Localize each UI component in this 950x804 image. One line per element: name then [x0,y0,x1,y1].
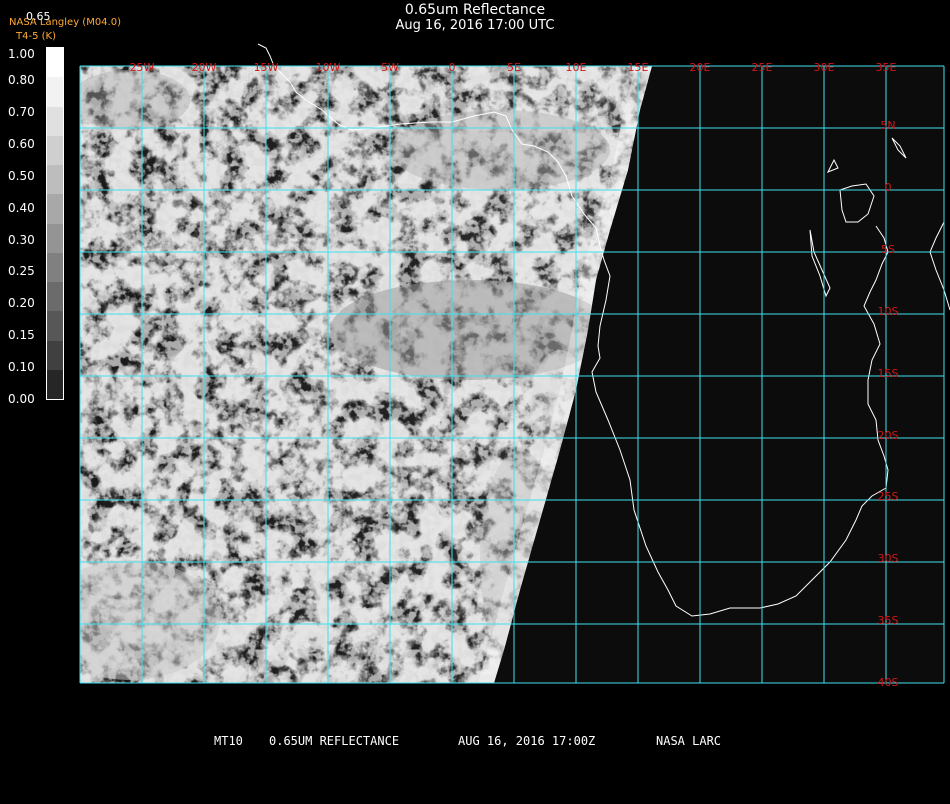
longitude-label: 10W [316,61,341,74]
colorbar-swatch [47,106,63,136]
longitude-label: 25W [130,61,155,74]
colorbar-swatch [47,223,63,253]
longitude-label: 5W [381,61,399,74]
longitude-label: 20W [192,61,217,74]
latitude-label: 15S [878,367,899,380]
longitude-label: 25E [752,61,773,74]
latitude-label: 35S [878,614,899,627]
colorbar-tick-label: 1.00 [8,47,35,61]
credit-sublabel: T4-5 (K) [16,31,56,42]
footer-field: 0.65UM REFLECTANCE [269,734,400,748]
latitude-label: 20S [878,429,899,442]
longitude-label: 15W [254,61,279,74]
longitude-label: 5E [507,61,521,74]
longitude-label: 20E [690,61,711,74]
colorbar-tick-label: 0.80 [8,73,35,87]
colorbar-swatch [47,77,63,107]
colorbar-tick-label: 0.20 [8,296,35,310]
colorbar-tick-label: 0.00 [8,392,35,406]
latitude-label: 0 [885,181,892,194]
footer-datetime: AUG 16, 2016 17:00Z [458,734,596,748]
colorbar [46,47,64,400]
longitude-label: 30E [814,61,835,74]
colorbar-tick-label: 0.15 [8,328,35,342]
colorbar-title: 0.65 [26,10,51,23]
colorbar-swatch [47,252,63,282]
longitude-label: 15E [628,61,649,74]
longitude-label: 10E [566,61,587,74]
colorbar-swatch [47,165,63,195]
colorbar-swatch [47,311,63,341]
footer-bar: MT10 0.65UM REFLECTANCE AUG 16, 2016 17:… [0,734,950,804]
footer-product: MT10 [214,734,243,748]
satellite-map: 25W 20W 15W 10W 5W 0 5E 10E 15E 20E 25E 30E 35E 5N 0 5… [79,43,950,689]
colorbar-tick-label: 0.40 [8,201,35,215]
colorbar-swatch [47,48,63,78]
footer-source: NASA LARC [656,734,722,748]
colorbar-tick-label: 0.10 [8,360,35,374]
colorbar-tick-label: 0.25 [8,264,35,278]
colorbar-tick-label: 0.50 [8,169,35,183]
latitude-label: 30S [878,552,899,565]
colorbar-tick-label: 0.70 [8,105,35,119]
latitude-label: 5S [881,243,895,256]
latitude-label: 5N [880,119,895,132]
colorbar-swatch [47,340,63,370]
colorbar-tick-label: 0.30 [8,233,35,247]
colorbar-swatch [47,282,63,312]
longitude-label: 0 [449,61,456,74]
latitude-label: 40S [878,676,899,689]
colorbar-tick-label: 0.60 [8,137,35,151]
colorbar-swatch [47,194,63,224]
longitude-label: 35E [876,61,897,74]
colorbar-swatch [47,369,63,399]
colorbar-swatch [47,135,63,165]
latitude-label: 25S [878,490,899,503]
latitude-label: 10S [878,305,899,318]
